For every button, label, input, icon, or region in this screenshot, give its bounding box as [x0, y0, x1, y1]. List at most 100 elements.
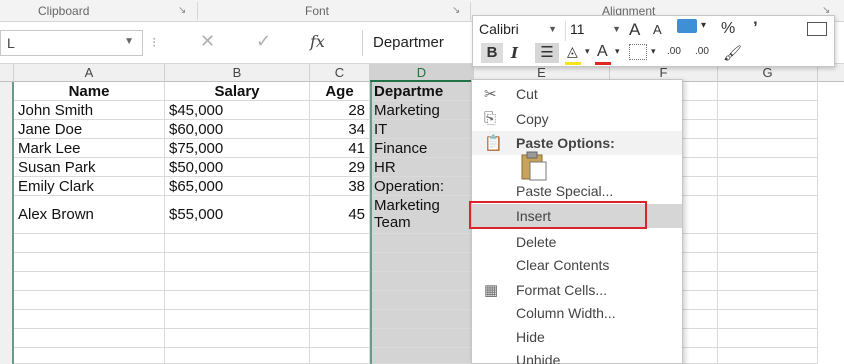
empty-cell[interactable] [683, 310, 718, 329]
paste-clipboard-icon[interactable] [520, 151, 548, 181]
cell-department[interactable]: Marketing Team [370, 196, 474, 234]
cell-age[interactable]: 45 [310, 196, 370, 234]
chevron-down-icon[interactable]: ▼ [612, 24, 621, 34]
chevron-down-icon[interactable]: ▾ [651, 46, 656, 57]
borders-icon[interactable] [629, 44, 647, 60]
header-cell-department[interactable]: Departme [370, 82, 474, 101]
empty-cell[interactable] [683, 158, 718, 177]
empty-cell[interactable] [310, 310, 370, 329]
menu-item-format-cells[interactable]: ▦ Format Cells... [472, 278, 682, 302]
empty-cell[interactable] [683, 329, 718, 348]
empty-cell[interactable] [718, 177, 818, 196]
chevron-down-icon[interactable]: ▼ [124, 36, 134, 47]
empty-cell[interactable] [683, 82, 718, 101]
chevron-down-icon[interactable]: ▾ [585, 46, 590, 57]
cell-salary[interactable]: $60,000 [165, 120, 310, 139]
empty-cell[interactable] [370, 329, 474, 348]
name-box[interactable]: L ▼ [0, 30, 143, 56]
menu-item-clear-contents[interactable]: Clear Contents [472, 253, 682, 277]
empty-cell[interactable] [683, 101, 718, 120]
decrease-decimal-icon[interactable]: .00 [695, 46, 709, 57]
column-header-d[interactable]: D [370, 64, 474, 82]
chevron-down-icon[interactable]: ▾ [701, 20, 706, 31]
empty-cell[interactable] [370, 234, 474, 253]
empty-cell[interactable] [310, 329, 370, 348]
empty-cell[interactable] [718, 310, 818, 329]
cell-name[interactable]: Susan Park [14, 158, 165, 177]
cell-department[interactable]: Operation: [370, 177, 474, 196]
shrink-font-icon[interactable]: A [653, 22, 662, 37]
empty-cell[interactable] [683, 272, 718, 291]
menu-item-hide[interactable]: Hide [472, 325, 682, 349]
empty-cell[interactable] [683, 291, 718, 310]
accounting-format-icon[interactable] [677, 19, 697, 33]
empty-cell[interactable] [14, 310, 165, 329]
empty-cell[interactable] [165, 272, 310, 291]
menu-item-copy[interactable]: ⎘ Copy [472, 107, 682, 131]
header-cell-name[interactable]: Name [14, 82, 165, 101]
cell-department[interactable]: Finance [370, 139, 474, 158]
chevron-down-icon[interactable]: ▼ [548, 24, 557, 34]
cell-salary[interactable]: $65,000 [165, 177, 310, 196]
grow-font-icon[interactable]: A [629, 20, 640, 40]
empty-cell[interactable] [370, 253, 474, 272]
cell-name[interactable]: Emily Clark [14, 177, 165, 196]
empty-cell[interactable] [683, 196, 718, 234]
cell-department[interactable]: IT [370, 120, 474, 139]
header-cell-age[interactable]: Age [310, 82, 370, 101]
empty-cell[interactable] [683, 139, 718, 158]
cell-name[interactable]: John Smith [14, 101, 165, 120]
merge-center-icon[interactable] [807, 22, 827, 36]
cell-salary[interactable]: $75,000 [165, 139, 310, 158]
empty-cell[interactable] [370, 310, 474, 329]
empty-cell[interactable] [310, 272, 370, 291]
empty-cell[interactable] [310, 253, 370, 272]
empty-cell[interactable] [165, 348, 310, 364]
select-all-corner[interactable] [0, 64, 14, 82]
empty-cell[interactable] [718, 272, 818, 291]
empty-cell[interactable] [683, 253, 718, 272]
increase-decimal-icon[interactable]: .00 [667, 46, 681, 57]
empty-cell[interactable] [310, 234, 370, 253]
percent-style-icon[interactable]: % [721, 20, 735, 38]
column-header-a[interactable]: A [14, 64, 165, 82]
menu-item-delete[interactable]: Delete [472, 230, 682, 254]
chevron-down-icon[interactable]: ▾ [615, 46, 620, 57]
cell-salary[interactable]: $50,000 [165, 158, 310, 177]
empty-cell[interactable] [14, 329, 165, 348]
empty-cell[interactable] [718, 348, 818, 364]
empty-cell[interactable] [718, 139, 818, 158]
cell-age[interactable]: 38 [310, 177, 370, 196]
empty-cell[interactable] [14, 348, 165, 364]
format-painter-icon[interactable]: 🖌 [723, 44, 742, 62]
empty-cell[interactable] [718, 101, 818, 120]
cancel-icon[interactable]: ✕ [200, 31, 215, 52]
enter-icon[interactable]: ✓ [256, 31, 271, 52]
empty-cell[interactable] [165, 310, 310, 329]
empty-cell[interactable] [14, 291, 165, 310]
empty-cell[interactable] [718, 120, 818, 139]
menu-item-insert[interactable]: Insert [472, 204, 682, 228]
insert-function-icon[interactable]: fx [310, 32, 325, 51]
menu-item-column-width[interactable]: Column Width... [472, 301, 682, 325]
empty-cell[interactable] [165, 329, 310, 348]
cell-department[interactable]: HR [370, 158, 474, 177]
empty-cell[interactable] [14, 253, 165, 272]
font-color-icon[interactable]: A [597, 43, 608, 61]
cell-name[interactable]: Jane Doe [14, 120, 165, 139]
cell-department[interactable]: Marketing [370, 101, 474, 120]
empty-cell[interactable] [370, 272, 474, 291]
cell-salary[interactable]: $55,000 [165, 196, 310, 234]
empty-cell[interactable] [718, 329, 818, 348]
empty-cell[interactable] [165, 291, 310, 310]
empty-cell[interactable] [370, 348, 474, 364]
empty-cell[interactable] [165, 234, 310, 253]
empty-cell[interactable] [14, 234, 165, 253]
header-cell-salary[interactable]: Salary [165, 82, 310, 101]
cell-name[interactable]: Alex Brown [14, 196, 165, 234]
empty-cell[interactable] [683, 120, 718, 139]
empty-cell[interactable] [718, 196, 818, 234]
empty-cell[interactable] [718, 82, 818, 101]
empty-cell[interactable] [370, 291, 474, 310]
cell-age[interactable]: 34 [310, 120, 370, 139]
